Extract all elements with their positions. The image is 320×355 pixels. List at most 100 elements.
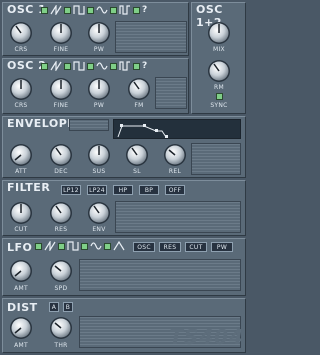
filter-cut-label: CUT bbox=[14, 226, 28, 233]
osc1-pw-knob[interactable] bbox=[87, 21, 111, 45]
lfo-spd-label: SPD bbox=[54, 285, 68, 292]
filter-panel: FILTER LP12 LP24 HP BP OFF CUT RES ENV bbox=[2, 180, 246, 236]
lfo-spare-area bbox=[79, 259, 241, 291]
env-dec-label: DEC bbox=[54, 168, 68, 175]
filter-mode-hp-button[interactable]: HP bbox=[113, 185, 133, 195]
env-rel-label: REL bbox=[168, 168, 182, 175]
filter-env-knob[interactable] bbox=[87, 201, 111, 225]
lfo-spd-knob[interactable] bbox=[49, 259, 73, 283]
osc1-sine-checkbox[interactable] bbox=[110, 7, 117, 14]
filter-cut-knob[interactable] bbox=[9, 201, 33, 225]
osc12-panel: OSC 1+2 MIX RM SYNC bbox=[191, 2, 246, 114]
sine-wave-icon[interactable] bbox=[96, 5, 108, 15]
osc2-square-checkbox[interactable] bbox=[87, 63, 94, 70]
env-sl-knob[interactable] bbox=[125, 143, 149, 167]
sine-wave-icon[interactable] bbox=[90, 241, 102, 251]
lfo-amt-knob[interactable] bbox=[9, 259, 33, 283]
osc2-pw-label: PW bbox=[93, 102, 105, 109]
osc1-pw-label: PW bbox=[93, 46, 105, 53]
dist-mode-a-button[interactable]: A bbox=[49, 302, 59, 312]
osc2-pw-knob[interactable] bbox=[87, 77, 111, 101]
lfo-wave-selector bbox=[35, 241, 125, 252]
saw-wave-icon[interactable] bbox=[44, 241, 56, 251]
square-wave-icon[interactable] bbox=[73, 5, 85, 15]
lfo-target-cut-button[interactable]: CUT bbox=[185, 242, 207, 252]
osc1-square-checkbox[interactable] bbox=[87, 7, 94, 14]
filter-mode-lp12-button[interactable]: LP12 bbox=[61, 185, 81, 195]
osc2-noise-label[interactable]: ? bbox=[142, 61, 147, 72]
lfo-target-res-button[interactable]: RES bbox=[159, 242, 181, 252]
square-wave-icon[interactable] bbox=[73, 61, 85, 71]
envelope-panel: ENVELOPE ATT DEC SUS SL REL bbox=[2, 116, 246, 178]
osc2-pulse-checkbox[interactable] bbox=[133, 63, 140, 70]
env-sus-label: SUS bbox=[92, 168, 106, 175]
osc2-wave-selector: ? bbox=[41, 61, 147, 72]
lfo-panel: LFO OSC RES CUT PW AMT SPD bbox=[2, 238, 246, 296]
triangle-wave-icon[interactable] bbox=[113, 241, 125, 251]
filter-spare-area bbox=[115, 201, 241, 233]
osc1-fine-label: FINE bbox=[53, 46, 69, 53]
env-rel-knob[interactable] bbox=[163, 143, 187, 167]
square-wave-icon[interactable] bbox=[67, 241, 79, 251]
osc1-crs-knob[interactable] bbox=[9, 21, 33, 45]
osc2-fm-knob[interactable] bbox=[127, 77, 151, 101]
lfo-square-checkbox[interactable] bbox=[58, 243, 65, 250]
envelope-graph bbox=[113, 119, 241, 139]
osc1-panel: OSC 1 ? CRS FINE PW bbox=[2, 2, 189, 56]
osc1-crs-label: CRS bbox=[14, 46, 28, 53]
filter-env-label: ENV bbox=[92, 226, 106, 233]
osc2-panel: OSC 2 ? CRS FINE PW FM bbox=[2, 58, 189, 114]
osc1-pulse-checkbox[interactable] bbox=[133, 7, 140, 14]
lfo-target-pw-button[interactable]: PW bbox=[211, 242, 233, 252]
osc12-rm-knob[interactable] bbox=[207, 59, 231, 83]
pulse-wave-icon[interactable] bbox=[119, 5, 131, 15]
sine-wave-icon[interactable] bbox=[96, 61, 108, 71]
lfo-amt-label: AMT bbox=[14, 285, 28, 292]
dist-thr-knob[interactable] bbox=[49, 316, 73, 340]
dist-amt-knob[interactable] bbox=[9, 316, 33, 340]
saw-wave-icon[interactable] bbox=[50, 61, 62, 71]
dist-amt-label: AMT bbox=[14, 342, 28, 349]
filter-res-label: RES bbox=[54, 226, 68, 233]
osc2-enable-checkbox[interactable] bbox=[41, 63, 48, 70]
osc12-sync-checkbox[interactable] bbox=[216, 93, 223, 100]
filter-mode-off-button[interactable]: OFF bbox=[165, 185, 185, 195]
env-dec-knob[interactable] bbox=[49, 143, 73, 167]
osc12-rm-label: RM bbox=[214, 84, 224, 91]
env-sl-label: SL bbox=[133, 168, 141, 175]
osc12-mix-label: MIX bbox=[213, 46, 225, 53]
osc12-sync-label: SYNC bbox=[210, 102, 228, 109]
osc2-fine-label: FINE bbox=[53, 102, 69, 109]
env-att-label: ATT bbox=[15, 168, 27, 175]
lfo-saw-checkbox[interactable] bbox=[35, 243, 42, 250]
filter-mode-bp-button[interactable]: BP bbox=[139, 185, 159, 195]
dist-thr-label: THR bbox=[54, 342, 68, 349]
envelope-spare-area bbox=[191, 143, 241, 175]
envelope-title-filler bbox=[69, 119, 109, 131]
osc2-crs-knob[interactable] bbox=[9, 77, 33, 101]
osc2-sine-checkbox[interactable] bbox=[110, 63, 117, 70]
osc2-crs-label: CRS bbox=[14, 102, 28, 109]
osc1-noise-label[interactable]: ? bbox=[142, 5, 147, 16]
osc12-mix-knob[interactable] bbox=[207, 21, 231, 45]
filter-title: FILTER bbox=[7, 181, 51, 194]
osc2-saw-checkbox[interactable] bbox=[64, 63, 71, 70]
dist-title: DIST bbox=[7, 301, 38, 314]
env-sus-knob[interactable] bbox=[87, 143, 111, 167]
filter-res-knob[interactable] bbox=[49, 201, 73, 225]
osc2-spare-area bbox=[155, 77, 187, 109]
osc1-saw-checkbox[interactable] bbox=[64, 7, 71, 14]
osc2-fine-knob[interactable] bbox=[49, 77, 73, 101]
osc1-fine-knob[interactable] bbox=[49, 21, 73, 45]
pulse-wave-icon[interactable] bbox=[119, 61, 131, 71]
saw-wave-icon[interactable] bbox=[50, 5, 62, 15]
filter-mode-lp24-button[interactable]: LP24 bbox=[87, 185, 107, 195]
dist-mode-b-button[interactable]: B bbox=[63, 302, 73, 312]
osc1-spare-area bbox=[115, 21, 187, 53]
osc1-wave-selector: ? bbox=[41, 5, 147, 16]
osc1-enable-checkbox[interactable] bbox=[41, 7, 48, 14]
lfo-sine-checkbox[interactable] bbox=[81, 243, 88, 250]
lfo-triangle-checkbox[interactable] bbox=[104, 243, 111, 250]
lfo-target-osc-button[interactable]: OSC bbox=[133, 242, 155, 252]
env-att-knob[interactable] bbox=[9, 143, 33, 167]
